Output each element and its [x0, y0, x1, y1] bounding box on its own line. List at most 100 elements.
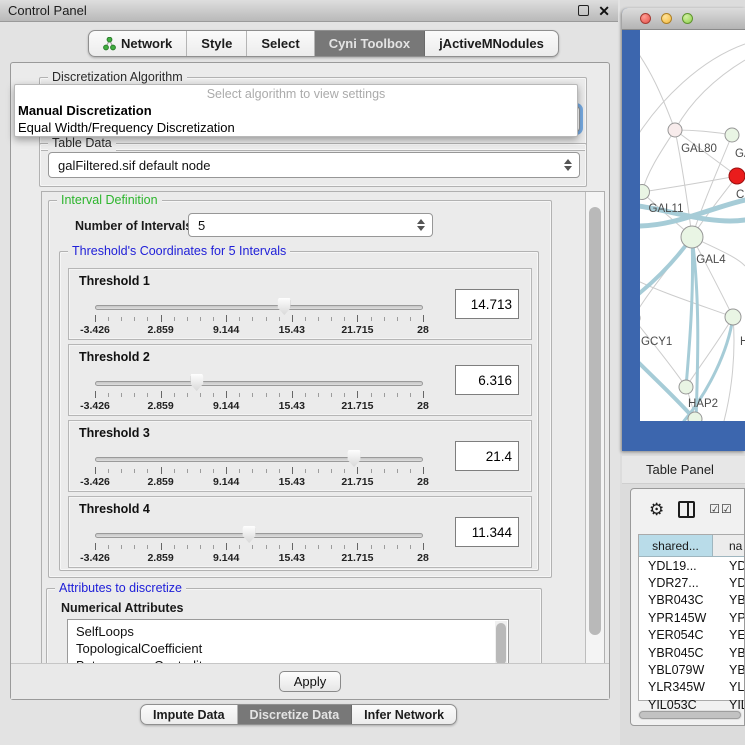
table-row[interactable]: YBR045CYBR0: [639, 644, 745, 661]
network-node-hap2[interactable]: [679, 380, 693, 394]
settings-scrollbar[interactable]: [585, 192, 604, 664]
tab-jactivemnodules[interactable]: jActiveMNodules: [425, 31, 558, 56]
tab-discretize-data[interactable]: Discretize Data: [238, 705, 353, 724]
slider-tick: [266, 469, 267, 473]
table-cell[interactable]: YPR1: [713, 609, 745, 626]
network-node-selected-red[interactable]: [729, 168, 745, 184]
algorithm-dropdown-popup: Select algorithm to view settings Manual…: [14, 84, 578, 137]
slider-ticks: [95, 467, 423, 475]
table-cell[interactable]: YBR0: [713, 592, 745, 609]
table-cell[interactable]: YBR043C: [639, 592, 713, 609]
table-cell[interactable]: YBL079W: [639, 661, 713, 678]
slider-tick: [134, 317, 135, 321]
network-node-bottom[interactable]: [688, 412, 702, 421]
tab-select[interactable]: Select: [247, 31, 314, 56]
threshold-3-value-field[interactable]: 21.4: [455, 441, 519, 471]
slider-tick-label: 9.144: [213, 324, 239, 336]
numerical-attributes-list[interactable]: SelfLoops TopologicalCoefficient Between…: [67, 619, 509, 665]
tab-style[interactable]: Style: [187, 31, 247, 56]
tab-cyni-toolbox[interactable]: Cyni Toolbox: [315, 31, 425, 56]
table-cell[interactable]: YER0: [713, 627, 745, 644]
list-item[interactable]: SelfLoops: [68, 620, 508, 640]
number-of-intervals-combobox[interactable]: 5: [188, 213, 433, 237]
table-row[interactable]: YDL19...YDL1: [639, 557, 745, 574]
slider-tick: [410, 469, 411, 473]
network-node-gal4[interactable]: [681, 226, 703, 248]
mac-zoom-icon[interactable]: [682, 13, 693, 24]
mac-close-icon[interactable]: [640, 13, 651, 24]
checkbox-icons[interactable]: ☑☑: [709, 503, 733, 515]
threshold-4-value-field[interactable]: 11.344: [455, 517, 519, 547]
apply-button[interactable]: Apply: [279, 671, 342, 692]
network-canvas[interactable]: GAL80 GA C GAL11 GAL4 GCY1 H HAP2: [640, 30, 745, 421]
column-header-shared-name[interactable]: shared...: [639, 535, 713, 556]
table-cell[interactable]: YDL19...: [639, 557, 713, 574]
table-row[interactable]: YER054CYER0: [639, 627, 745, 644]
slider-thumb[interactable]: [278, 298, 291, 315]
close-icon[interactable]: ✕: [598, 4, 610, 18]
threshold-2-value-field[interactable]: 6.316: [455, 365, 519, 395]
list-scrollbar[interactable]: [495, 621, 507, 665]
menu-item-equal-width-frequency[interactable]: Equal Width/Frequency Discretization: [15, 119, 577, 136]
table-cell[interactable]: YBR0: [713, 644, 745, 661]
column-header-name[interactable]: na: [713, 535, 745, 556]
table-cell[interactable]: YDR2: [713, 574, 745, 591]
threshold-4-slider[interactable]: -3.4262.8599.14415.4321.71528: [95, 525, 423, 567]
table-cell[interactable]: YPR145W: [639, 609, 713, 626]
threshold-1-slider[interactable]: -3.4262.8599.14415.4321.71528: [95, 297, 423, 339]
slider-track[interactable]: [95, 305, 423, 310]
network-node-h[interactable]: [725, 309, 741, 325]
slider-track[interactable]: [95, 533, 423, 538]
table-row[interactable]: YPR145WYPR1: [639, 609, 745, 626]
list-item[interactable]: TopologicalCoefficient: [68, 640, 508, 657]
threshold-1-value-field[interactable]: 14.713: [455, 289, 519, 319]
slider-thumb[interactable]: [190, 374, 203, 391]
network-node-ga[interactable]: [725, 128, 739, 142]
slider-thumb[interactable]: [243, 526, 256, 543]
slider-tick: [423, 315, 424, 322]
slider-tick: [318, 545, 319, 549]
slider-tick: [121, 545, 122, 549]
columns-icon[interactable]: [678, 501, 695, 518]
slider-ticks: [95, 543, 423, 551]
slider-track[interactable]: [95, 381, 423, 386]
slider-tick: [305, 393, 306, 397]
tab-impute-data[interactable]: Impute Data: [141, 705, 238, 724]
slider-tick: [305, 545, 306, 549]
table-cell[interactable]: YLR345W: [639, 679, 713, 696]
mac-minimize-icon[interactable]: [661, 13, 672, 24]
threshold-3-slider[interactable]: -3.4262.8599.14415.4321.71528: [95, 449, 423, 491]
table-cell[interactable]: YDR27...: [639, 574, 713, 591]
tab-infer-network[interactable]: Infer Network: [352, 705, 456, 724]
slider-tick: [318, 317, 319, 321]
table-row[interactable]: YDR27...YDR2: [639, 574, 745, 591]
slider-tick: [279, 469, 280, 473]
float-window-icon[interactable]: [578, 5, 589, 16]
table-cell[interactable]: YER054C: [639, 627, 713, 644]
table-cell[interactable]: YBR045C: [639, 644, 713, 661]
table-row[interactable]: YBR043CYBR0: [639, 592, 745, 609]
table-hscrollbar[interactable]: [638, 710, 742, 720]
tab-style-label: Style: [201, 36, 232, 51]
slider-tick-label: -3.426: [80, 552, 110, 564]
table-cell[interactable]: YDL1: [713, 557, 745, 574]
table-data-combobox[interactable]: galFiltered.sif default node: [48, 152, 580, 178]
slider-tick: [226, 543, 227, 550]
slider-thumb[interactable]: [348, 450, 361, 467]
slider-tick: [95, 467, 96, 474]
slider-tick: [331, 545, 332, 549]
table-cell[interactable]: YBL0: [713, 661, 745, 678]
slider-tick-label: 21.715: [341, 476, 373, 488]
settings-scrollpane: Interval Definition Number of Intervals …: [41, 191, 605, 665]
table-row[interactable]: YBL079WYBL0: [639, 661, 745, 678]
tab-network[interactable]: Network: [89, 31, 187, 56]
threshold-2-slider[interactable]: -3.4262.8599.14415.4321.71528: [95, 373, 423, 415]
threshold-2-panel: Threshold 2 -3.4262.8599.14415.4321.7152…: [68, 344, 532, 416]
network-node-gal80[interactable]: [668, 123, 682, 137]
slider-tick: [279, 317, 280, 321]
menu-item-manual-discretization[interactable]: Manual Discretization: [15, 102, 577, 119]
gear-icon[interactable]: ⚙: [649, 501, 664, 518]
table-row[interactable]: YLR345WYLR3: [639, 679, 745, 696]
table-cell[interactable]: YLR3: [713, 679, 745, 696]
slider-track[interactable]: [95, 457, 423, 462]
